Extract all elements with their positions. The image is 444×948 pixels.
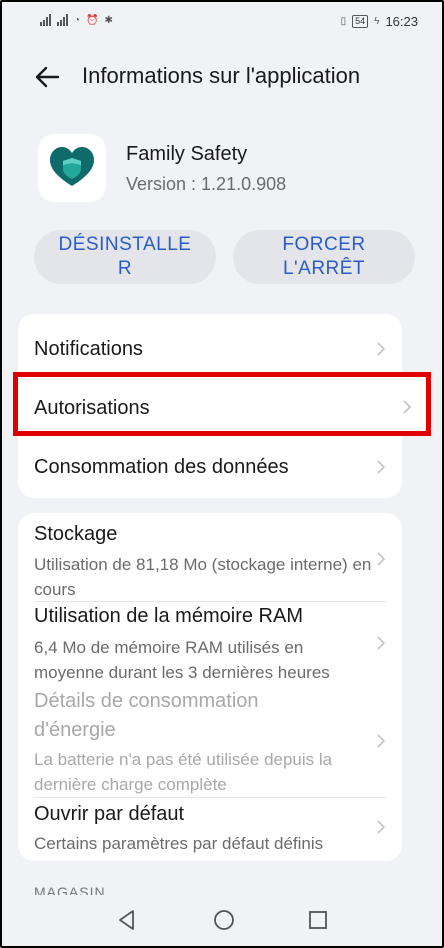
ram-subtitle: 6,4 Mo de mémoire RAM utilisés en moyenn… bbox=[34, 638, 330, 682]
signal-indicators: ◔ ⏰ ✱ bbox=[40, 14, 113, 26]
back-arrow-icon[interactable] bbox=[32, 61, 64, 93]
signal-icon bbox=[57, 14, 68, 26]
open-by-default-subtitle: Certains paramètres par défaut définis bbox=[34, 834, 324, 853]
clock: 16:23 bbox=[385, 14, 418, 29]
uninstall-label: DÉSINSTALLE R bbox=[58, 234, 192, 279]
force-stop-label: FORCER L'ARRÊT bbox=[282, 234, 366, 279]
app-bar: Informations sur l'application bbox=[2, 52, 442, 102]
chevron-right-icon bbox=[377, 734, 386, 748]
signal-icon bbox=[40, 14, 51, 26]
app-version: Version : 1.21.0.908 bbox=[126, 174, 287, 194]
nav-back-icon[interactable] bbox=[114, 907, 140, 933]
nav-home-icon[interactable] bbox=[211, 907, 237, 933]
family-safety-icon bbox=[50, 147, 94, 186]
vibrate-icon: ▯ bbox=[340, 16, 347, 27]
charging-icon: ϟ bbox=[374, 16, 380, 27]
data-usage-row[interactable]: Consommation des données bbox=[18, 434, 402, 494]
chevron-right-icon bbox=[403, 400, 412, 414]
permissions-row[interactable]: Autorisations bbox=[13, 372, 431, 436]
uninstall-button[interactable]: DÉSINSTALLE R bbox=[34, 230, 216, 284]
energy-title: Détails de consommation d'énergie bbox=[34, 690, 259, 741]
open-by-default-row[interactable]: Ouvrir par défaut Certains paramètres pa… bbox=[18, 797, 402, 861]
page-title: Informations sur l'application bbox=[82, 63, 361, 88]
notifications-label: Notifications bbox=[34, 338, 143, 360]
battery-icon: 54 bbox=[352, 15, 369, 28]
alarm-icon: ⏰ bbox=[86, 14, 99, 26]
status-right: ▯ 54 ϟ 16:23 bbox=[341, 14, 418, 29]
chevron-right-icon bbox=[377, 460, 386, 474]
permissions-label: Autorisations bbox=[34, 397, 150, 419]
force-stop-button[interactable]: FORCER L'ARRÊT bbox=[233, 230, 415, 284]
chevron-right-icon bbox=[377, 820, 386, 834]
navigation-bar bbox=[2, 895, 442, 946]
energy-row: Détails de consommation d'énergie La bat… bbox=[18, 687, 402, 797]
app-icon bbox=[38, 134, 106, 202]
bluetooth-icon: ✱ bbox=[104, 14, 113, 26]
wifi-icon: ◔ bbox=[74, 14, 81, 26]
ram-row[interactable]: Utilisation de la mémoire RAM 6,4 Mo de … bbox=[18, 601, 402, 687]
storage-row[interactable]: Stockage Utilisation de 81,18 Mo (stocka… bbox=[18, 513, 402, 601]
app-details-card: Stockage Utilisation de 81,18 Mo (stocka… bbox=[18, 513, 402, 861]
open-by-default-title: Ouvrir par défaut bbox=[34, 803, 185, 825]
phone-screen: ◔ ⏰ ✱ ▯ 54 ϟ 16:23 Informations sur l'ap… bbox=[0, 0, 444, 948]
ram-title: Utilisation de la mémoire RAM bbox=[34, 605, 303, 627]
notifications-row[interactable]: Notifications bbox=[18, 314, 402, 374]
nav-recent-apps-icon[interactable] bbox=[305, 907, 331, 933]
chevron-right-icon bbox=[377, 636, 386, 650]
storage-subtitle: Utilisation de 81,18 Mo (stockage intern… bbox=[34, 555, 372, 599]
chevron-right-icon bbox=[377, 342, 386, 356]
storage-title: Stockage bbox=[34, 523, 118, 545]
app-name: Family Safety bbox=[126, 143, 248, 165]
data-usage-label: Consommation des données bbox=[34, 456, 289, 478]
chevron-right-icon bbox=[377, 552, 386, 566]
energy-subtitle: La batterie n'a pas été utilisée depuis … bbox=[34, 750, 333, 794]
status-bar: ◔ ⏰ ✱ ▯ 54 ϟ 16:23 bbox=[2, 2, 442, 42]
